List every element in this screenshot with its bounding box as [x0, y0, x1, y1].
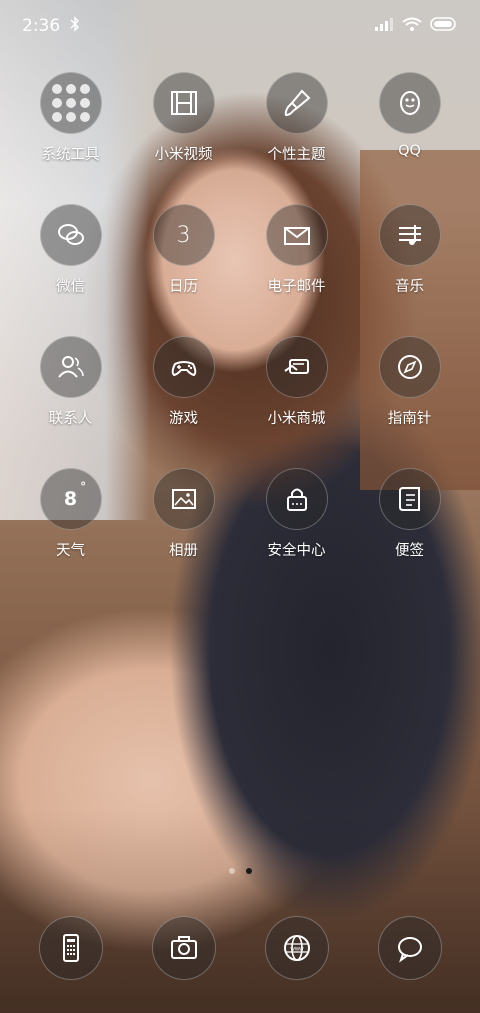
- compass-icon: [378, 336, 441, 398]
- dock: www: [0, 916, 480, 980]
- music-icon: [378, 204, 441, 266]
- app-themes[interactable]: 个性主题: [240, 72, 353, 164]
- page-indicator: [0, 868, 480, 874]
- app-label: 联系人: [48, 411, 93, 427]
- app-label: 便签: [395, 543, 424, 559]
- app-mi-store[interactable]: 小米商城: [240, 336, 353, 428]
- shopping-card-icon: [265, 336, 328, 398]
- app-label: 日历: [169, 279, 198, 295]
- gamepad-icon: [152, 336, 215, 398]
- app-compass[interactable]: 指南针: [353, 336, 466, 428]
- film-icon: [152, 72, 215, 134]
- app-email[interactable]: 电子邮件: [240, 204, 353, 296]
- app-qq[interactable]: QQ: [353, 72, 466, 164]
- wifi-icon: [402, 16, 422, 36]
- app-notes[interactable]: 便签: [353, 468, 466, 560]
- dock-messages[interactable]: [353, 916, 466, 980]
- app-label: 天气: [56, 543, 85, 559]
- browser-globe-icon: www: [264, 916, 329, 980]
- dock-camera[interactable]: [127, 916, 240, 980]
- app-label: 相册: [169, 543, 198, 559]
- folder-grid-icon: [39, 72, 102, 134]
- app-label: QQ: [398, 143, 421, 159]
- app-games[interactable]: 游戏: [127, 336, 240, 428]
- app-label: 系统工具: [41, 147, 100, 163]
- browser-www-text: www: [289, 947, 304, 953]
- phone-icon: [38, 916, 103, 980]
- app-wechat[interactable]: 微信: [14, 204, 127, 296]
- paintbrush-icon: [265, 72, 328, 134]
- app-label: 小米商城: [267, 411, 326, 427]
- page-dot-active[interactable]: [245, 868, 252, 874]
- dock-browser[interactable]: www: [240, 916, 353, 980]
- app-weather[interactable]: 8 ° 天气: [14, 468, 127, 560]
- app-gallery[interactable]: 相册: [127, 468, 240, 560]
- app-contacts[interactable]: 联系人: [14, 336, 127, 428]
- app-system-tools[interactable]: 系统工具: [14, 72, 127, 164]
- page-dot[interactable]: [228, 868, 235, 874]
- envelope-icon: [265, 204, 328, 266]
- app-label: 指南针: [387, 411, 432, 427]
- contacts-icon: [39, 336, 102, 398]
- battery-icon: [430, 16, 458, 36]
- weather-icon: 8 °: [39, 468, 102, 530]
- app-label: 音乐: [395, 279, 424, 295]
- status-time: 2:36: [22, 16, 61, 36]
- app-security[interactable]: 安全中心: [240, 468, 353, 560]
- calendar-day: 3: [176, 222, 191, 248]
- app-calendar[interactable]: 3 日历: [127, 204, 240, 296]
- weather-temp: 8 °: [63, 480, 87, 510]
- penguin-icon: [378, 72, 441, 134]
- lock-icon: [265, 468, 328, 530]
- chat-bubbles-icon: [39, 204, 102, 266]
- app-label: 小米视频: [154, 147, 213, 163]
- signal-icon: [374, 16, 394, 36]
- app-grid: 系统工具 小米视频 个性主题 QQ 微信 3 日历 电子邮件 音乐 联系人 游戏…: [0, 72, 480, 560]
- message-icon: [377, 916, 442, 980]
- camera-icon: [151, 916, 216, 980]
- app-label: 微信: [56, 279, 85, 295]
- app-label: 安全中心: [267, 543, 326, 559]
- app-mi-video[interactable]: 小米视频: [127, 72, 240, 164]
- gallery-icon: [152, 468, 215, 530]
- app-label: 电子邮件: [267, 279, 326, 295]
- dock-phone[interactable]: [14, 916, 127, 980]
- status-bar: 2:36: [0, 0, 480, 52]
- bluetooth-icon: [70, 16, 80, 36]
- notes-icon: [378, 468, 441, 530]
- calendar-icon: 3: [152, 204, 215, 266]
- app-label: 个性主题: [267, 147, 326, 163]
- app-music[interactable]: 音乐: [353, 204, 466, 296]
- app-label: 游戏: [169, 411, 198, 427]
